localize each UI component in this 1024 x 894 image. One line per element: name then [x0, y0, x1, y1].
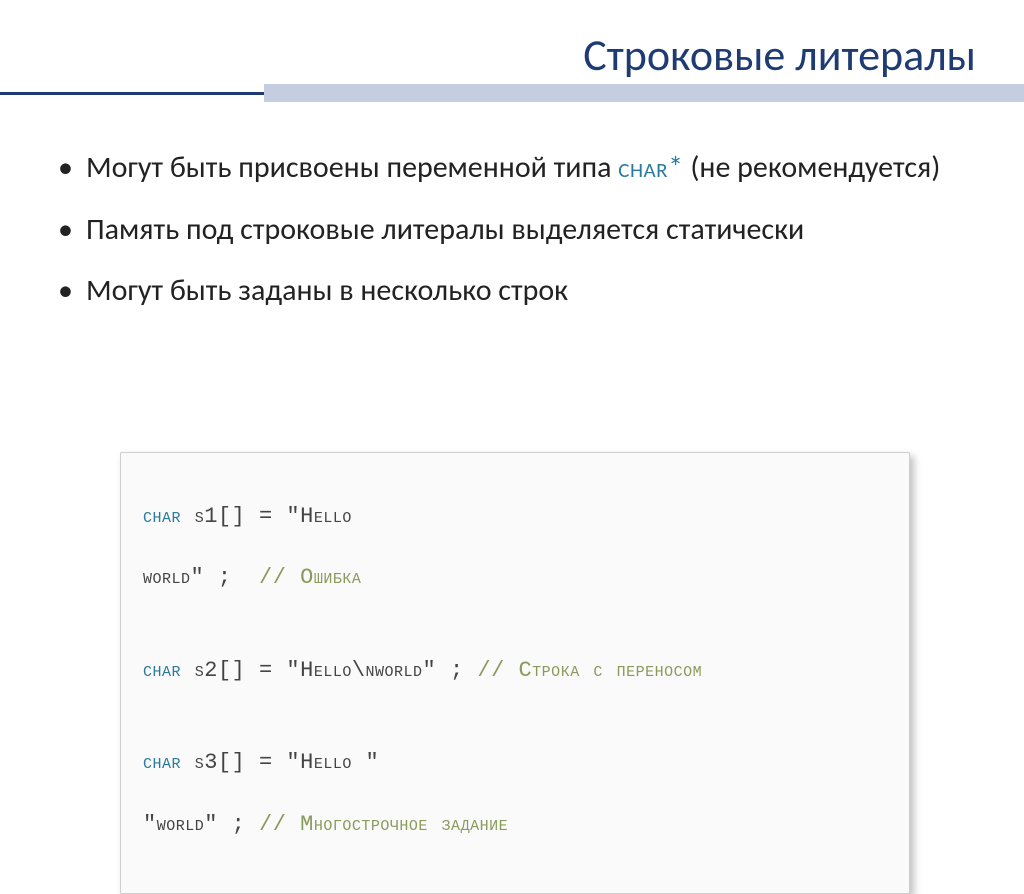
- code-comment: // Строка с переносом: [477, 658, 702, 683]
- code-line: char s3[] = "Hello ": [143, 748, 887, 779]
- code-text: s2[] = "Hello\nworld" ;: [181, 658, 477, 683]
- code-block: char s1[] = "Hello world" ; // Ошибка ch…: [120, 452, 910, 894]
- bullet-list: Могут быть присвоены переменной типа cha…: [52, 148, 972, 333]
- list-item: Могут быть заданы в несколько строк: [52, 271, 972, 311]
- code-line: "world" ; // Многострочное задание: [143, 810, 887, 841]
- rule-accent-light: [264, 84, 1024, 102]
- bullet-text-pre: Память под строковые литералы выделяется…: [86, 211, 804, 248]
- code-comment: // Ошибка: [259, 565, 361, 590]
- title-rule: [0, 92, 1024, 95]
- code-comment: // Многострочное задание: [259, 812, 508, 837]
- slide-title: Строковые литералы: [583, 28, 976, 82]
- keyword: char: [143, 750, 181, 775]
- bullet-text-post: (не рекомендуется): [684, 149, 941, 186]
- list-item: Память под строковые литералы выделяется…: [52, 210, 972, 250]
- bullet-text-pre: Могут быть присвоены переменной типа: [86, 149, 618, 186]
- code-line: char s2[] = "Hello\nworld" ; // Строка с…: [143, 656, 887, 687]
- code-text: "world" ;: [143, 812, 259, 837]
- keyword: char: [143, 504, 181, 529]
- keyword-char: char*: [618, 149, 683, 186]
- code-text: s3[] = "Hello ": [181, 750, 379, 775]
- code-line: world" ; // Ошибка: [143, 563, 887, 594]
- code-line: char s1[] = "Hello: [143, 502, 887, 533]
- keyword: char: [143, 658, 181, 683]
- bullet-text-pre: Могут быть заданы в несколько строк: [86, 272, 568, 309]
- code-text: world" ;: [143, 565, 259, 590]
- list-item: Могут быть присвоены переменной типа cha…: [52, 148, 972, 188]
- code-text: s1[] = "Hello: [181, 504, 352, 529]
